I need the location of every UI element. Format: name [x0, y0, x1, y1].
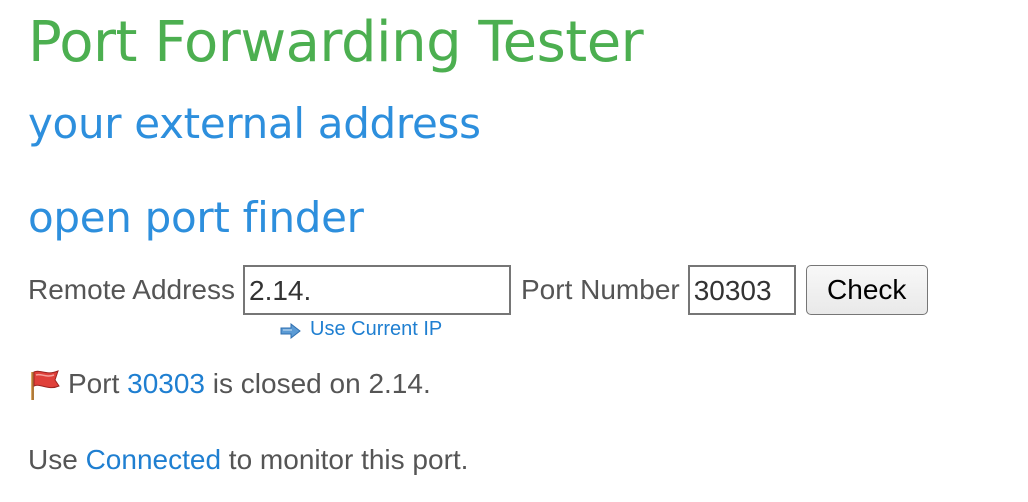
result-port-link[interactable]: 30303	[127, 368, 205, 400]
external-address-heading[interactable]: your external address	[28, 99, 481, 149]
monitor-prefix: Use	[28, 444, 78, 475]
monitor-suffix: to monitor this port.	[228, 444, 469, 475]
port-number-input[interactable]	[687, 265, 796, 315]
page-title: Port Forwarding Tester	[28, 10, 644, 75]
result-middle: is closed on	[212, 368, 361, 399]
remote-address-input[interactable]	[243, 265, 511, 315]
monitor-message: Use Connected to monitor this port.	[28, 440, 468, 480]
port-check-form: Remote Address Port Number Check	[28, 265, 928, 315]
remote-address-label: Remote Address	[28, 274, 235, 305]
red-flag-icon	[28, 367, 62, 401]
use-current-ip-link[interactable]: Use Current IP	[280, 318, 442, 341]
check-button[interactable]: Check	[805, 265, 928, 315]
result-prefix: Port	[68, 368, 120, 399]
result-message: Port 30303 is closed on 2.14.	[28, 364, 431, 404]
port-number-label: Port Number	[521, 274, 680, 305]
arrow-pointer-icon	[280, 322, 302, 339]
use-current-ip-label: Use Current IP	[310, 318, 443, 340]
connected-link[interactable]: Connected	[86, 444, 221, 476]
open-port-finder-heading[interactable]: open port finder	[28, 193, 364, 243]
result-address: 2.14.	[368, 368, 431, 399]
